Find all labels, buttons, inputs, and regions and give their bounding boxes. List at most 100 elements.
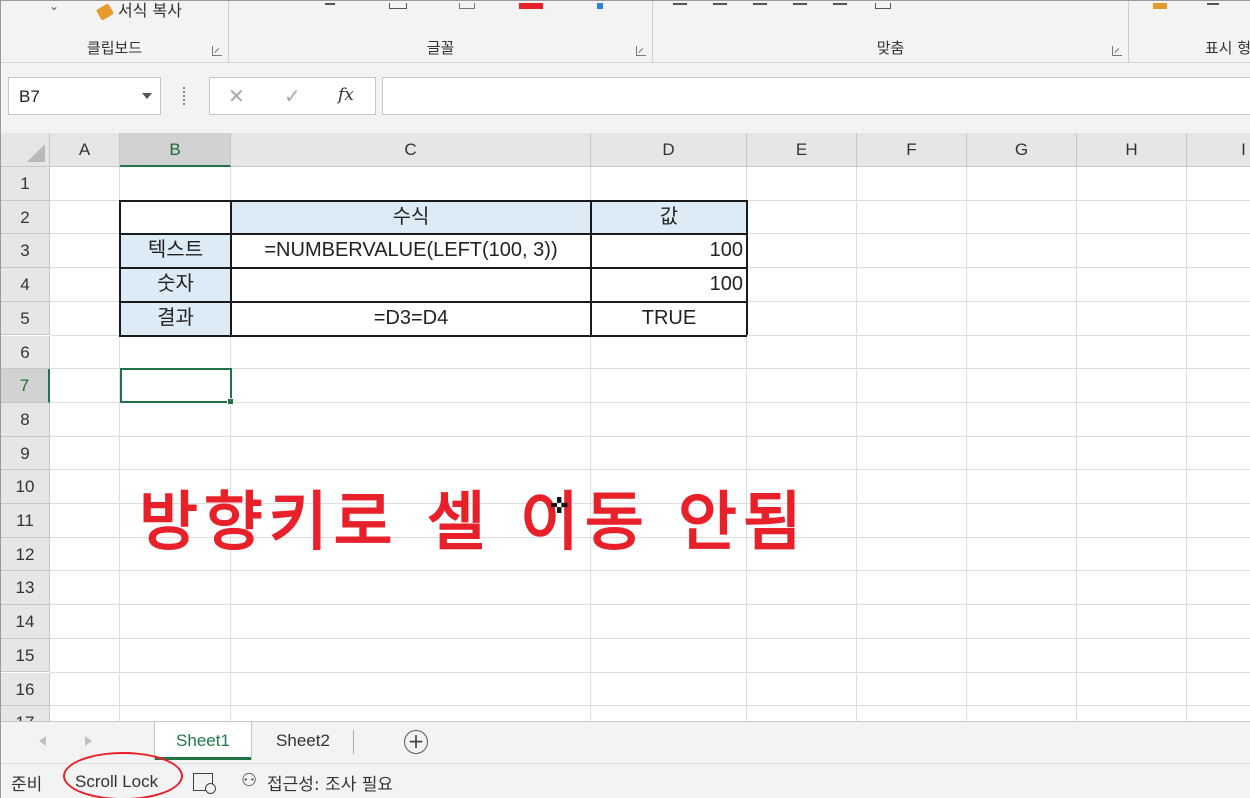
increase-indent-icon[interactable] — [833, 3, 847, 5]
tab-separator — [353, 730, 354, 754]
formula-bar-area: B7 ✕ ✓ fx — [1, 63, 1250, 133]
column-header-f[interactable]: F — [857, 133, 967, 167]
fill-color-icon[interactable] — [459, 3, 475, 9]
tab-sheet1[interactable]: Sheet1 — [155, 722, 251, 760]
gridline — [50, 637, 1250, 639]
add-sheet-button[interactable]: + — [404, 730, 428, 754]
row-header-17[interactable]: 17 — [1, 706, 50, 721]
gridline — [50, 671, 1250, 673]
status-bar: 준비 Scroll Lock ⚇ 접근성: 조사 필요 — [1, 752, 1250, 798]
cell-d3[interactable]: 100 — [591, 234, 747, 268]
name-box-value: B7 — [19, 87, 40, 106]
table-border — [119, 199, 747, 202]
formula-bar-splitter[interactable] — [183, 87, 186, 105]
row-header-4[interactable]: 4 — [1, 268, 50, 302]
table-border — [119, 334, 747, 337]
cell-d4[interactable]: 100 — [591, 268, 747, 302]
table-border — [119, 267, 747, 270]
macro-recording-icon[interactable] — [193, 773, 216, 794]
accounting-format-icon[interactable] — [1153, 3, 1167, 9]
align-right-icon[interactable] — [753, 3, 767, 5]
formula-input[interactable] — [382, 77, 1250, 115]
row-header-14[interactable]: 14 — [1, 605, 50, 639]
row-header-3[interactable]: 3 — [1, 234, 50, 269]
cell-d5[interactable]: TRUE — [591, 302, 747, 336]
borders-icon[interactable] — [389, 3, 407, 9]
cell-b4[interactable]: 숫자 — [120, 268, 231, 302]
paste-dropdown-icon[interactable]: ⌄ — [49, 0, 59, 13]
name-box-dropdown-icon[interactable] — [142, 93, 152, 99]
font-launcher-icon[interactable] — [636, 46, 646, 56]
gridline — [50, 570, 1250, 572]
column-header-d[interactable]: D — [591, 133, 747, 167]
align-center-icon[interactable] — [713, 3, 727, 5]
cell-d2[interactable]: 값 — [591, 200, 747, 235]
percent-style-icon[interactable] — [1207, 3, 1219, 5]
row-header-2[interactable]: 2 — [1, 200, 50, 235]
row-header-13[interactable]: 13 — [1, 571, 50, 606]
cell-c2[interactable]: 수식 — [231, 200, 591, 235]
gridline — [50, 705, 1250, 707]
column-header-i[interactable]: I — [1187, 133, 1250, 167]
row-header-9[interactable]: 9 — [1, 436, 50, 471]
cancel-icon[interactable]: ✕ — [228, 84, 245, 108]
gridline — [50, 435, 1250, 437]
number-group: 표시 형 — [1129, 1, 1250, 63]
row-header-16[interactable]: 16 — [1, 672, 50, 707]
format-painter-label: 서식 복사 — [118, 1, 182, 20]
prev-sheet-icon[interactable] — [39, 736, 46, 746]
name-box[interactable]: B7 — [8, 77, 161, 115]
alignment-group: 맞춤 — [653, 1, 1129, 63]
table-border — [119, 300, 747, 303]
status-accessibility[interactable]: 접근성: 조사 필요 — [267, 770, 393, 795]
enter-icon[interactable]: ✓ — [284, 84, 301, 108]
cell-b3[interactable]: 텍스트 — [120, 234, 231, 269]
row-header-6[interactable]: 6 — [1, 335, 50, 370]
formula-buttons: ✕ ✓ fx — [209, 77, 376, 115]
alignment-launcher-icon[interactable] — [1112, 46, 1122, 56]
next-sheet-icon[interactable] — [85, 736, 92, 746]
clipboard-group-label: 클립보드 — [86, 39, 143, 57]
font-group: 글꼴 — [229, 1, 653, 63]
format-painter-button[interactable]: 서식 복사 — [95, 0, 182, 21]
row-header-15[interactable]: 15 — [1, 638, 50, 673]
column-header-e[interactable]: E — [747, 133, 857, 167]
gridline — [50, 604, 1250, 606]
format-painter-icon — [95, 2, 115, 21]
accessibility-icon[interactable]: ⚇ — [241, 770, 257, 791]
sheet-tabs-bar: Sheet1 Sheet2 + — [1, 721, 1250, 763]
merge-center-icon[interactable] — [875, 3, 891, 9]
column-header-a[interactable]: A — [50, 133, 120, 167]
row-header-10[interactable]: 10 — [1, 470, 50, 504]
cell-b5[interactable]: 결과 — [120, 301, 231, 336]
font-color-icon[interactable] — [519, 3, 543, 9]
fill-handle[interactable] — [227, 398, 234, 405]
cell-c5[interactable]: =D3=D4 — [231, 302, 591, 336]
insert-function-icon[interactable]: fx — [338, 85, 354, 105]
table-border — [119, 233, 747, 236]
row-header-11[interactable]: 11 — [1, 504, 50, 538]
row-header-12[interactable]: 12 — [1, 537, 50, 572]
align-left-icon[interactable] — [673, 3, 687, 5]
cell-c3[interactable]: =NUMBERVALUE(LEFT(100, 3)) — [231, 234, 591, 268]
clipboard-group: ⌄ 서식 복사 클립보드 — [1, 0, 229, 63]
decrease-indent-icon[interactable] — [793, 3, 807, 5]
select-all-button[interactable] — [1, 133, 50, 167]
worksheet-grid[interactable]: ABCDEFGHI 1234567891011121314151617 수식값텍… — [1, 133, 1250, 721]
column-header-g[interactable]: G — [967, 133, 1077, 167]
number-group-label: 표시 형 — [1204, 39, 1250, 57]
row-header-1[interactable]: 1 — [1, 167, 50, 201]
tab-sheet2[interactable]: Sheet2 — [257, 722, 349, 760]
phonetic-icon[interactable] — [597, 3, 603, 9]
clipboard-launcher-icon[interactable] — [212, 46, 222, 56]
row-header-5[interactable]: 5 — [1, 301, 50, 336]
cell-cursor-icon: ✜ — [550, 494, 569, 519]
column-header-c[interactable]: C — [231, 133, 591, 167]
alignment-group-label: 맞춤 — [876, 39, 905, 57]
column-header-h[interactable]: H — [1077, 133, 1187, 167]
column-header-b[interactable]: B — [120, 133, 231, 167]
row-header-7[interactable]: 7 — [1, 369, 50, 403]
underline-icon[interactable] — [325, 3, 335, 5]
row-header-8[interactable]: 8 — [1, 402, 50, 437]
status-ready: 준비 — [11, 775, 43, 795]
